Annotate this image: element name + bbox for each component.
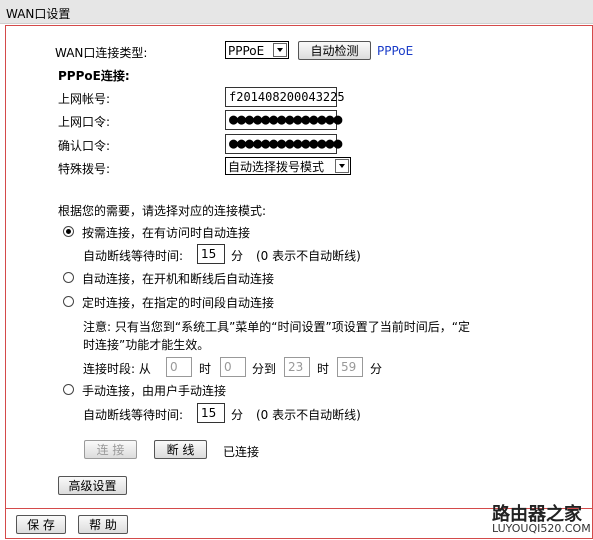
min-to-label: 分到 bbox=[252, 362, 277, 376]
chevron-down-icon bbox=[273, 43, 287, 57]
radio-auto[interactable] bbox=[63, 272, 74, 283]
page-title: WAN口设置 bbox=[6, 7, 71, 21]
wan-type-select[interactable]: PPPoE bbox=[225, 41, 289, 59]
disconnect-button[interactable]: 断 线 bbox=[154, 440, 207, 459]
from-hour-input[interactable]: 0 bbox=[166, 357, 192, 377]
period-label: 连接时段: 从 bbox=[83, 362, 151, 376]
connect-button[interactable]: 连 接 bbox=[84, 440, 137, 459]
timed-label: 定时连接，在指定的时间段自动连接 bbox=[82, 296, 275, 310]
to-hour-input[interactable]: 23 bbox=[284, 357, 310, 377]
manual-idle-input[interactable]: 15 bbox=[197, 403, 225, 423]
on-demand-label: 按需连接，在有访问时自动连接 bbox=[82, 226, 251, 240]
manual-label: 手动连接，由用户手动连接 bbox=[82, 384, 227, 398]
hour-label-2: 时 bbox=[317, 362, 330, 376]
timed-note-line1: 注意: 只有当您到“系统工具”菜单的“时间设置”项设置了当前时间后，“定 bbox=[83, 320, 470, 334]
special-dial-label: 特殊拨号: bbox=[58, 162, 111, 176]
from-min-input[interactable]: 0 bbox=[220, 357, 246, 377]
pppoe-section-title: PPPoE连接: bbox=[58, 69, 130, 83]
save-button[interactable]: 保 存 bbox=[16, 515, 66, 534]
special-dial-value: 自动选择拨号模式 bbox=[228, 160, 325, 174]
account-label: 上网帐号: bbox=[58, 92, 111, 106]
on-demand-idle-note: (0 表示不自动断线) bbox=[256, 249, 361, 263]
password-label: 上网口令: bbox=[58, 115, 111, 129]
password-input[interactable]: ●●●●●●●●●●●●●● bbox=[225, 110, 342, 130]
title-bar: WAN口设置 bbox=[0, 0, 593, 24]
on-demand-idle-label: 自动断线等待时间: bbox=[83, 249, 184, 263]
auto-label: 自动连接，在开机和断线后自动连接 bbox=[82, 272, 275, 286]
connection-status: 已连接 bbox=[223, 445, 260, 459]
manual-idle-unit: 分 bbox=[231, 408, 244, 422]
account-input[interactable]: f201408200043225 bbox=[225, 87, 345, 107]
on-demand-idle-input[interactable]: 15 bbox=[197, 244, 225, 264]
detect-result: PPPoE bbox=[377, 44, 414, 58]
confirm-password-input[interactable]: ●●●●●●●●●●●●●● bbox=[225, 134, 342, 154]
confirm-password-label: 确认口令: bbox=[58, 139, 111, 153]
manual-idle-note: (0 表示不自动断线) bbox=[256, 408, 361, 422]
min-label: 分 bbox=[370, 362, 383, 376]
special-dial-select[interactable]: 自动选择拨号模式 bbox=[225, 157, 351, 175]
wan-type-value: PPPoE bbox=[228, 44, 265, 58]
mode-prompt: 根据您的需要，请选择对应的连接模式: bbox=[58, 204, 267, 218]
chevron-down-icon bbox=[335, 159, 349, 173]
timed-note-line2: 时连接”功能才能生效。 bbox=[83, 338, 210, 352]
to-min-input[interactable]: 59 bbox=[337, 357, 363, 377]
radio-on-demand[interactable] bbox=[63, 226, 74, 237]
wan-type-label: WAN口连接类型: bbox=[55, 46, 148, 60]
radio-timed[interactable] bbox=[63, 296, 74, 307]
help-button[interactable]: 帮 助 bbox=[78, 515, 128, 534]
auto-detect-button[interactable]: 自动检测 bbox=[298, 41, 371, 60]
radio-manual[interactable] bbox=[63, 384, 74, 395]
advanced-settings-button[interactable]: 高级设置 bbox=[58, 476, 127, 495]
on-demand-idle-unit: 分 bbox=[231, 249, 244, 263]
hour-label: 时 bbox=[199, 362, 212, 376]
watermark-url: LUYOUQI520.COM bbox=[492, 522, 591, 535]
manual-idle-label: 自动断线等待时间: bbox=[83, 408, 184, 422]
